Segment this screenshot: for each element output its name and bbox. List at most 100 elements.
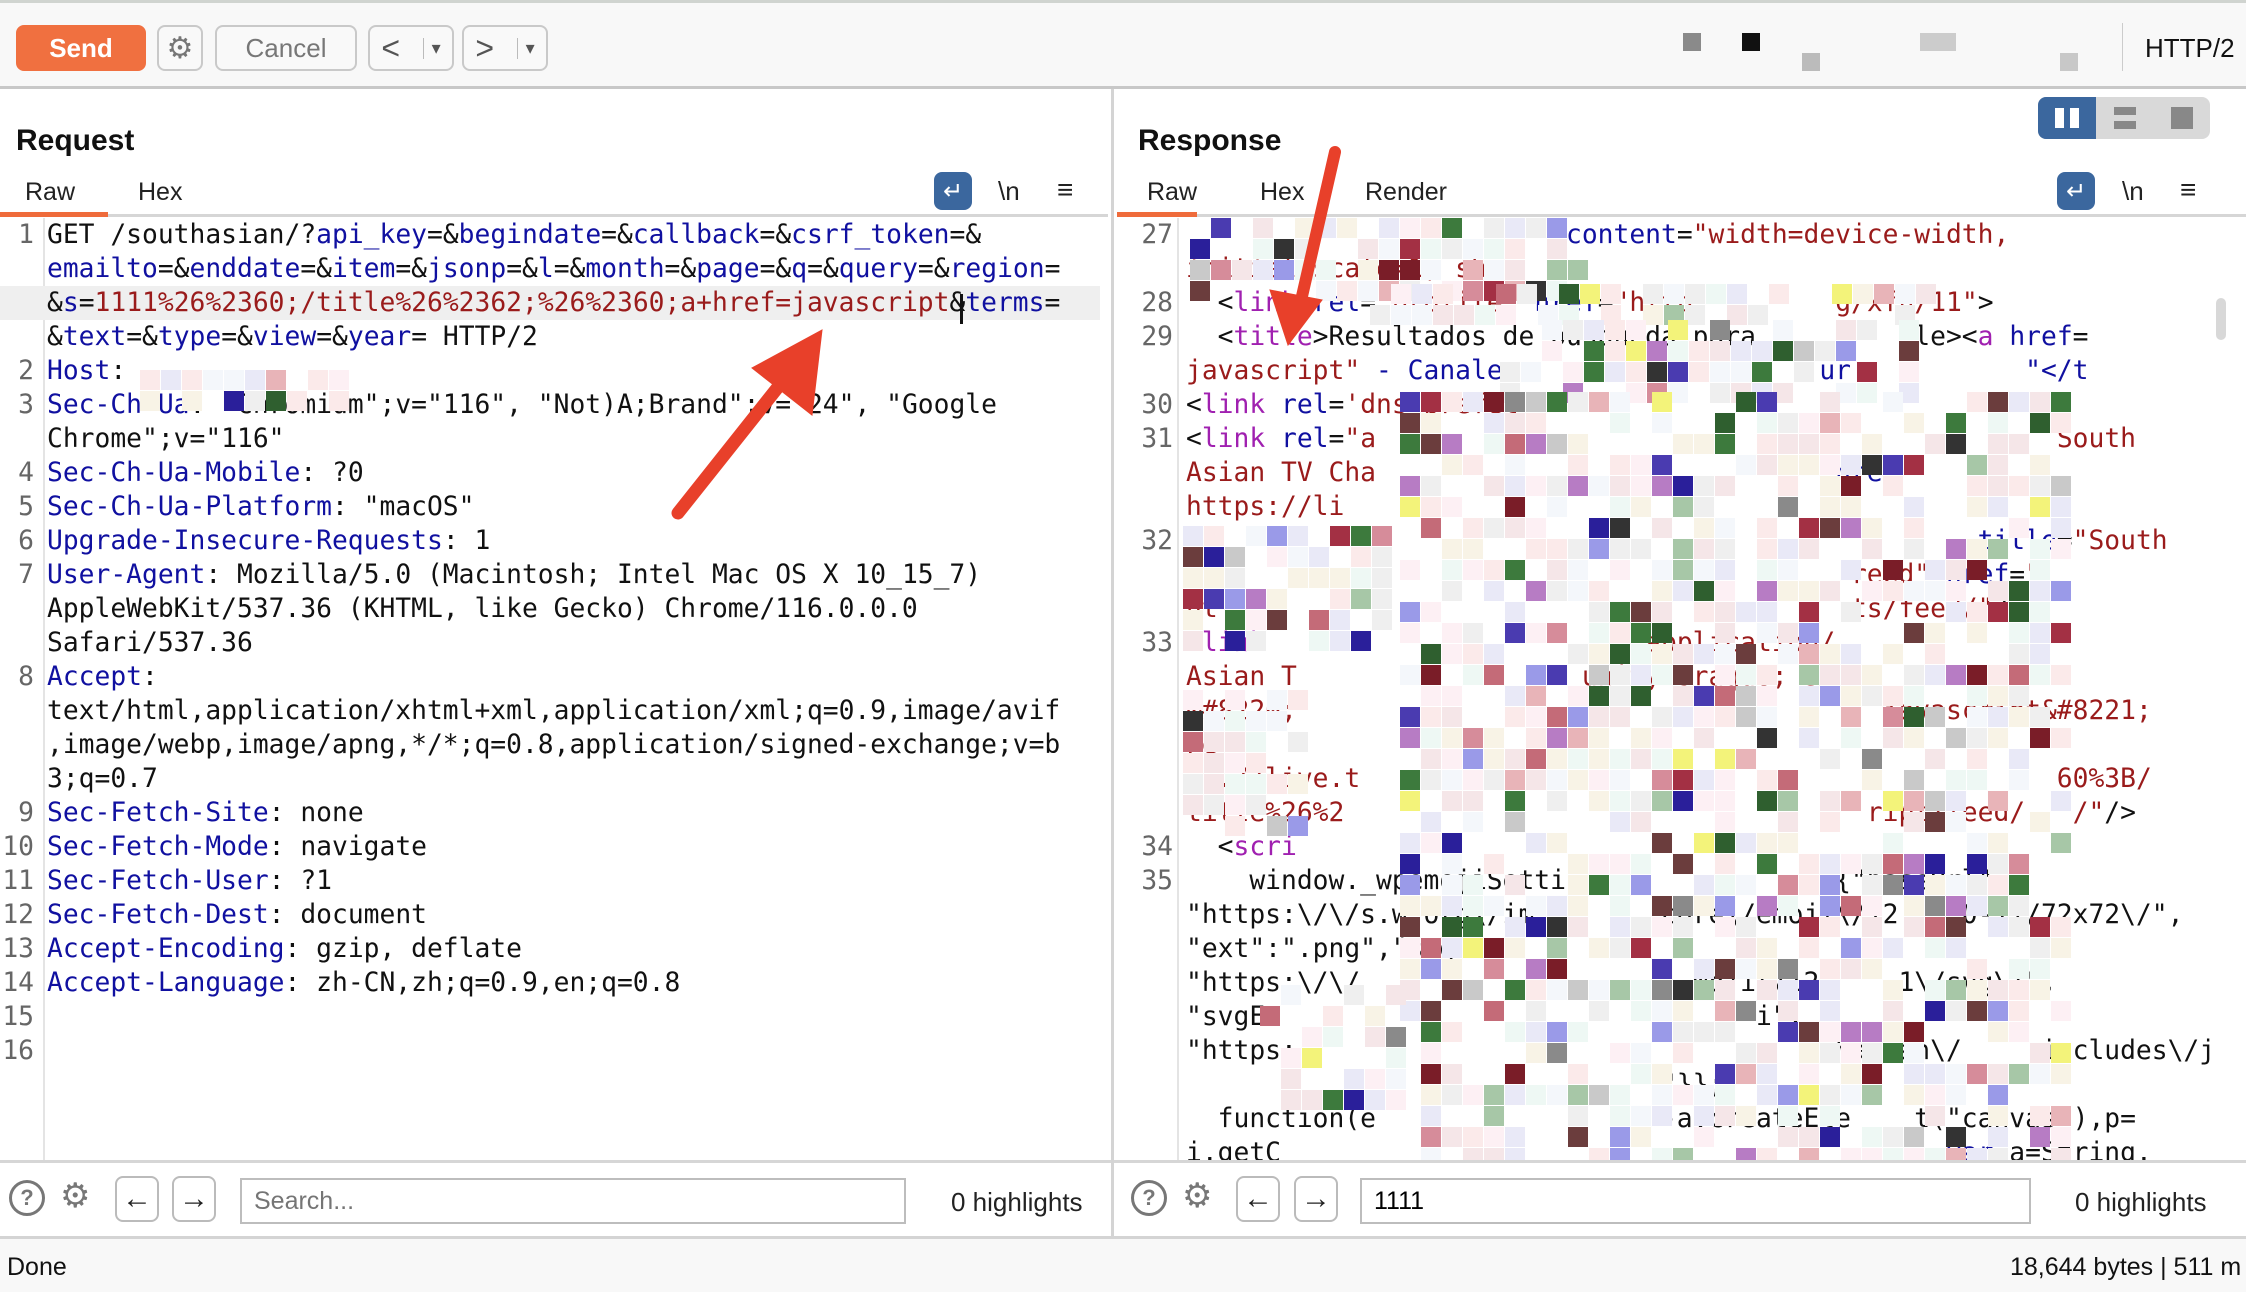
help-icon[interactable]: ? [9,1180,45,1216]
mosaic-tile [1589,854,1609,874]
mosaic-tile [1526,434,1546,454]
mosaic-tile [1715,560,1735,580]
menu-icon[interactable]: ≡ [2180,174,2196,206]
mosaic-tile [1442,392,1462,412]
previous-match-button[interactable]: ← [115,1176,159,1222]
mosaic-tile [1967,476,1987,496]
mosaic-tile [1862,539,1882,559]
code-text: Sec-Fetch-Dest: document [47,898,427,932]
mosaic-tile [1442,854,1462,874]
mosaic-tile [1841,413,1861,433]
mosaic-tile [1568,1106,1588,1126]
layout-single-button[interactable] [2153,97,2210,139]
word-wrap-toggle[interactable]: ↵ [2057,172,2095,210]
code-token: =& [917,254,950,284]
response-tab-raw[interactable]: Raw [1147,178,1197,207]
text-cursor [960,294,963,324]
mosaic-tile [1862,518,1882,538]
mosaic-tile [1715,707,1735,727]
previous-match-button[interactable]: ← [1236,1176,1280,1222]
panel-splitter[interactable] [1111,89,1114,1236]
mosaic-tile [1442,959,1462,979]
mosaic-tile [1584,341,1604,361]
mosaic-tile [1526,518,1546,538]
mosaic-tile [1302,1090,1322,1110]
mosaic-tile [1694,707,1714,727]
layout-stacked-button[interactable] [2096,97,2153,139]
mosaic-tile [1421,644,1441,664]
request-editor[interactable]: 1 GET /southasian/?api_key=&begindate=&ca… [0,218,1100,1163]
code-token: : ?0 [300,458,364,488]
mosaic-tile [1799,1085,1819,1105]
mosaic-tile [1773,341,1793,361]
mosaic-tile [1526,581,1546,601]
back-history-button[interactable]: < ▾ [368,25,454,71]
next-match-button[interactable]: → [172,1176,216,1222]
forward-history-button[interactable]: > ▾ [462,25,548,71]
request-tab-raw[interactable]: Raw [25,178,75,207]
send-button[interactable]: Send [16,25,146,71]
word-wrap-toggle[interactable]: ↵ [934,172,972,210]
mosaic-tile [1568,644,1588,664]
menu-icon[interactable]: ≡ [1057,174,1073,206]
mosaic-tile [1862,1064,1882,1084]
dropdown-icon[interactable]: ▾ [422,37,441,59]
dropdown-icon[interactable]: ▾ [516,37,535,59]
code-token: > [1977,288,1994,318]
response-search-input[interactable] [1360,1178,2031,1224]
mosaic-tile [1904,896,1924,916]
mosaic-tile [1610,539,1630,559]
code-token: "South [2072,526,2168,556]
mosaic-tile [1967,665,1987,685]
layout-side-by-side-button[interactable] [2038,97,2096,139]
mosaic-tile [1253,260,1273,280]
mosaic-tile [2009,1064,2029,1084]
mosaic-tile [1652,665,1672,685]
gear-icon[interactable]: ⚙ [60,1176,90,1216]
mosaic-tile [1752,341,1772,361]
code-text: &s=1111%26%2360;/title%26%2362;%26%2360;… [47,286,1060,320]
request-tab-hex[interactable]: Hex [138,178,182,207]
mosaic-tile [1526,413,1546,433]
mosaic-tile [1589,770,1609,790]
mosaic-tile [1610,455,1630,475]
gear-icon[interactable]: ⚙ [1182,1176,1212,1216]
code-token: User-Agent [47,560,206,590]
mosaic-tile [1883,1043,1903,1063]
next-match-button[interactable]: → [1294,1176,1338,1222]
mosaic-tile [1757,1064,1777,1084]
show-newlines-toggle[interactable]: \n [2122,176,2144,207]
response-tab-render[interactable]: Render [1365,178,1447,207]
cancel-button[interactable]: Cancel [215,25,357,71]
code-line: 12 Sec-Fetch-Dest: document [0,898,1100,932]
mosaic-tile [1442,749,1462,769]
mosaic-tile [1463,560,1483,580]
mosaic-tile [1610,875,1630,895]
response-tab-hex[interactable]: Hex [1260,178,1304,207]
code-token: api_key [316,220,427,250]
mosaic-tile [2051,833,2071,853]
mosaic-tile [1568,686,1588,706]
mosaic-tile [1841,707,1861,727]
help-icon[interactable]: ? [1131,1180,1167,1216]
mosaic-tile [2051,1106,2071,1126]
mosaic-tile [1736,455,1756,475]
mosaic-tile [1631,686,1651,706]
code-text: 3;q=0.7 [47,762,158,796]
response-scrollbar[interactable] [2216,298,2226,340]
mosaic-tile [1652,392,1672,412]
mosaic-tile [1673,896,1693,916]
mosaic-tile [1505,560,1525,580]
mosaic-tile [1260,1006,1280,1026]
mosaic-tile [1589,1085,1609,1105]
mosaic-tile [1925,854,1945,874]
mosaic-tile [1589,791,1609,811]
request-search-input[interactable] [240,1178,906,1224]
divider [1197,214,2246,217]
mosaic-tile [1778,1001,1798,1021]
mosaic-tile [1454,305,1474,325]
mosaic-tile [1694,581,1714,601]
show-newlines-toggle[interactable]: \n [998,176,1020,207]
mosaic-tile [2030,665,2050,685]
settings-button[interactable]: ⚙ [157,25,203,71]
